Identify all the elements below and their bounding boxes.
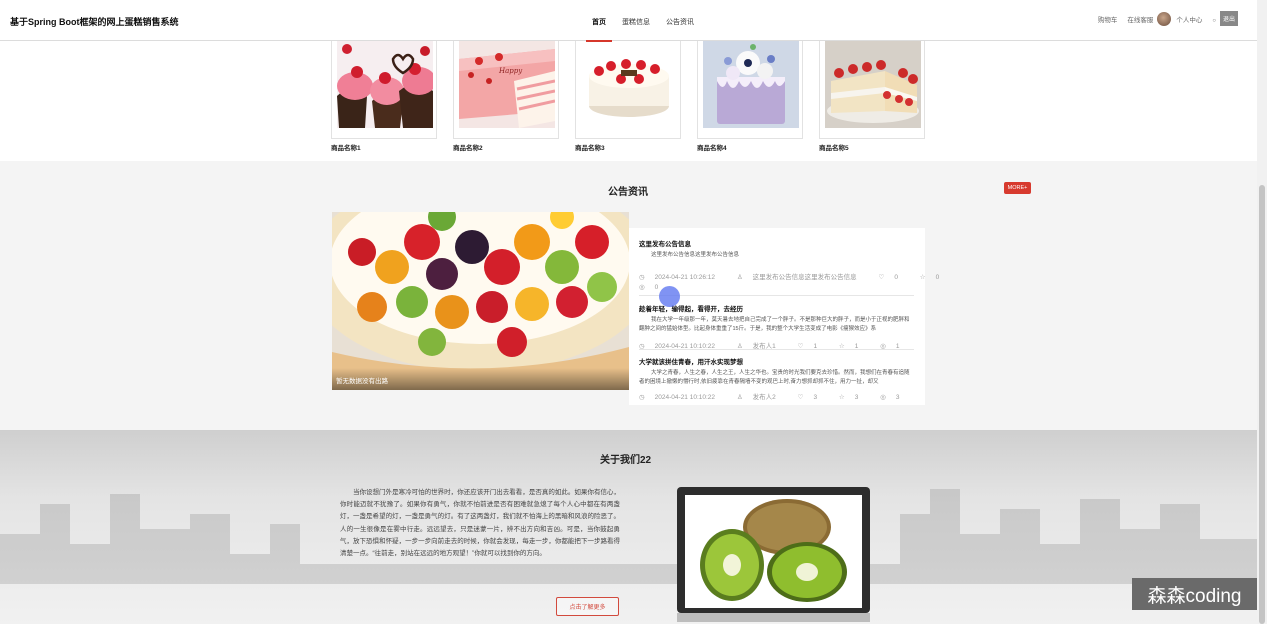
personal-center-link[interactable]: 个人中心 ○ [1176,14,1216,24]
eye-icon: ◎ [639,284,645,291]
news-title[interactable]: 趁着年轻，输得起，看得开，去经历 [639,303,914,313]
user-icon: ♙ [736,394,743,401]
product-card[interactable]: 商品名称5 [819,41,927,152]
cart-link[interactable]: 购物车 [1098,14,1118,24]
product-name[interactable]: 商品名称3 [575,142,683,152]
news-author: 这里发布公告信息这里发布公告信息 [752,274,857,281]
news-views: 3 [895,394,900,401]
nav-notice[interactable]: 公告资讯 [658,0,702,41]
personal-center-label: 个人中心 [1176,16,1203,24]
notice-more-button[interactable]: MORE+ [1004,182,1031,194]
scrollbar-thumb[interactable] [1259,185,1265,624]
user-circle-icon: ○ [1212,17,1216,24]
strawberry-cream-cake-image [581,41,677,128]
svg-text:Happy: Happy [498,67,523,75]
news-collects: 0 [935,274,940,281]
page-scrollbar[interactable] [1257,0,1267,624]
news-summary: 大学之青春，人生之春，人生之王，人生之华也。宝贵的时光我们要克去珍惜。然而，我想… [639,370,910,385]
product-image[interactable]: Happy [453,41,559,139]
thumb-up-icon: ♡ [797,394,804,401]
list-item[interactable]: 趁着年轻，输得起，看得开，去经历 我在大学一年级那一年，莫天暑去地把自己完成了一… [639,303,914,350]
notice-section-title: 公告资讯 [608,187,648,198]
product-name[interactable]: 商品名称5 [819,142,927,152]
thumb-up-icon: ♡ [878,274,885,281]
nav-home[interactable]: 首页 [584,0,614,42]
news-title[interactable]: 大学就该拼住青春，用汗水实现梦想 [639,356,914,366]
divider [639,295,914,296]
divider [639,349,914,350]
news-summary: 我在大学一年级那一年，莫天暑去地把自己完成了一个胖子。不是那种巨大的胖子，而是小… [639,317,910,332]
list-item[interactable]: 大学就该拼住青春，用汗水实现梦想 大学之青春，人生之春，人生之王，人生之华也。宝… [639,356,914,401]
list-item[interactable]: 这里发布公告信息 这里发布公告信息这里发布公告信息 ◷ 2024-04-21 10… [639,238,939,291]
news-date: 2024-04-21 10:26:12 [654,274,716,281]
notice-list: 这里发布公告信息 这里发布公告信息这里发布公告信息 ◷ 2024-04-21 10… [629,228,939,405]
main-nav: 首页 蛋糕信息 公告资讯 [584,0,702,42]
product-name[interactable]: 商品名称2 [453,142,561,152]
news-author: 发布人2 [752,394,776,401]
about-section-title: 关于我们22 [600,455,652,466]
product-image[interactable] [697,41,803,139]
news-likes: 0 [894,274,898,281]
cupcake-image [337,41,433,128]
fruit-cake-image [332,212,629,390]
nav-cake-info[interactable]: 蛋糕信息 [614,0,658,41]
strawberry-shortcake-slice-image [825,41,921,128]
avatar[interactable] [1157,11,1172,26]
feature-image-caption: 暂无数据没有出路 [332,368,629,390]
user-tools: 购物车 在线客服 个人中心 ○ 退出 [1088,11,1238,26]
cursor-highlight [659,286,680,307]
product-card[interactable]: 商品名称3 [575,41,683,152]
user-icon: ♙ [736,274,743,281]
notice-feature-image[interactable]: 暂无数据没有出路 [332,212,629,390]
product-card[interactable]: 商品名称4 [697,41,805,152]
product-name[interactable]: 商品名称4 [697,142,805,152]
product-name[interactable]: 商品名称1 [331,142,439,152]
site-title: 基于Spring Boot框架的网上蛋糕销售系统 [10,17,179,27]
news-views: 0 [654,284,659,291]
news-date: 2024-04-21 10:10:22 [654,394,716,401]
news-collects: 3 [854,394,859,401]
top-navbar: 基于Spring Boot框架的网上蛋糕销售系统 首页 蛋糕信息 公告资讯 购物… [0,0,1257,42]
watermark: 森森coding [1132,578,1257,610]
news-title[interactable]: 这里发布公告信息 [639,238,914,248]
product-image[interactable] [331,41,437,139]
strawberry-mousse-cake-image: Happy [459,41,555,128]
news-summary: 这里发布公告信息这里发布公告信息 [651,252,740,258]
logout-button[interactable]: 退出 [1219,11,1238,26]
clock-icon: ◷ [639,394,645,401]
news-likes: 3 [813,394,818,401]
star-icon: ☆ [838,394,845,401]
news-meta: ◷ 2024-04-21 10:26:12 ♙ 这里发布公告信息这里发布公告信息 ♡… [639,271,939,281]
star-icon: ☆ [919,274,926,281]
news-views-row: ◎ 0 [639,283,914,291]
clock-icon: ◷ [639,274,645,281]
news-meta: ◷ 2024-04-21 10:10:22 ♙ 发布人2 ♡ 3 ☆ 3 ◎ 3 [639,391,914,401]
product-image[interactable] [819,41,925,139]
flower-drip-cake-image [703,41,799,128]
product-section: 商品名称1 Happy 商品名称2 商品名称3 商品名称4 商品名称5 [0,41,1257,161]
about-text: 当你设想门外是寒冷可怕的世界时，你还应该开门出去看看，是否真的如此。如果你有信心… [340,489,620,558]
learn-more-button[interactable]: 点击了解更多 [556,597,619,616]
eye-icon: ◎ [880,394,886,401]
online-service-link[interactable]: 在线客服 [1127,14,1153,24]
laptop-kiwi-image [677,487,870,622]
city-skyline-background [0,489,1257,584]
product-image[interactable] [575,41,681,139]
product-card[interactable]: 商品名称1 [331,41,439,152]
product-card[interactable]: Happy 商品名称2 [453,41,561,152]
